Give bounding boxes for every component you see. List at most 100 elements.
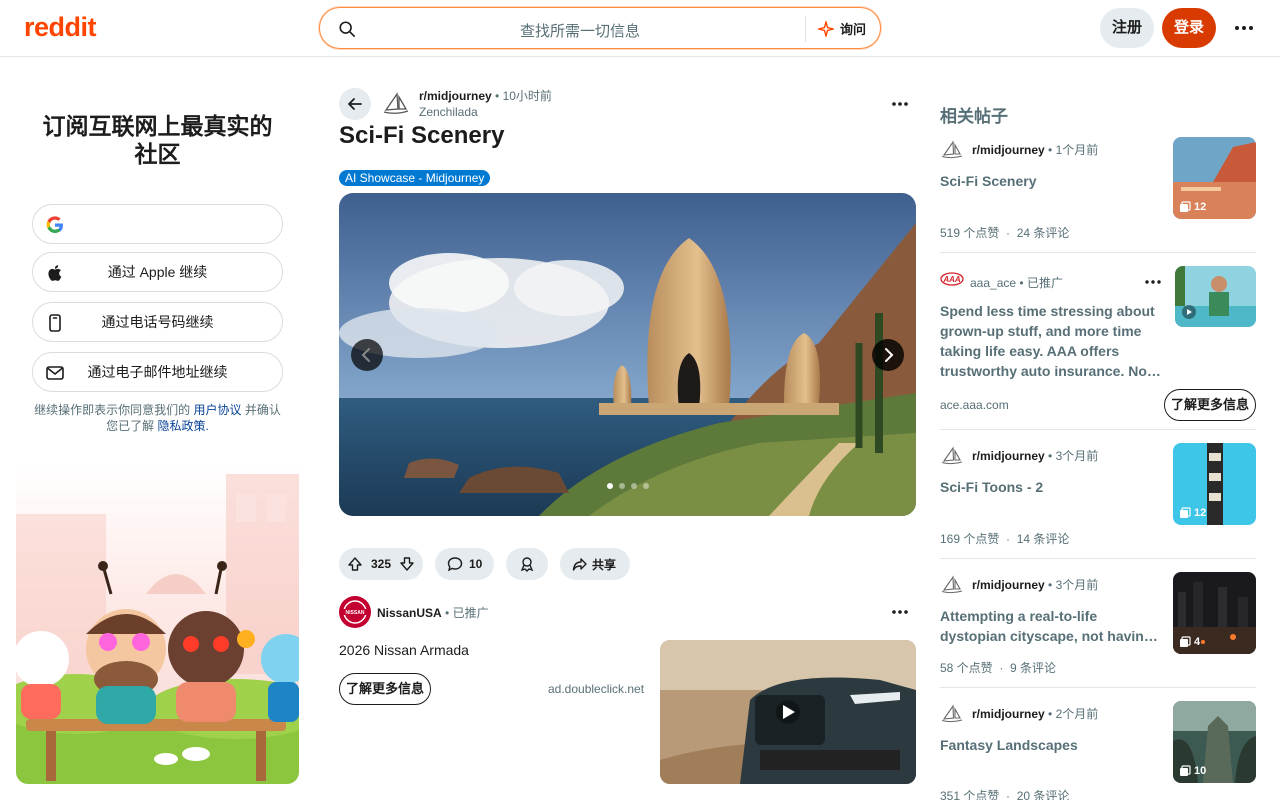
related-subreddit[interactable]: r/midjourney (972, 578, 1045, 592)
related-likes: 58 个点赞 (940, 661, 993, 675)
related-divider (940, 429, 1256, 430)
nissan-logo-text: NISSAN (346, 610, 365, 616)
award-button[interactable] (506, 548, 548, 580)
related-comments: 9 条评论 (1010, 661, 1057, 675)
signup-button[interactable]: 注册 (1100, 8, 1154, 48)
related-likes: 519 个点赞 (940, 226, 1000, 240)
gallery-icon (1180, 765, 1191, 776)
midjourney-icon[interactable] (940, 137, 964, 161)
ad-video[interactable] (660, 640, 916, 784)
related-time: 1个月前 (1055, 143, 1099, 157)
ad-headline[interactable]: 2026 Nissan Armada (339, 642, 469, 658)
gallery-count: 12 (1194, 201, 1207, 213)
related-subreddit[interactable]: r/midjourney (972, 707, 1045, 721)
related-likes: 169 个点赞 (940, 532, 1000, 546)
vote-group: 325 (339, 548, 423, 580)
related-subreddit[interactable]: r/midjourney (972, 449, 1045, 463)
gallery-count: 10 (1194, 765, 1207, 777)
comments-button[interactable]: 10 (435, 548, 494, 580)
midjourney-icon[interactable] (940, 572, 964, 596)
downvote-icon[interactable] (399, 556, 415, 572)
related-meta: aaa_ace • 已推广 (970, 276, 1063, 290)
phone-icon (49, 314, 61, 332)
privacy-policy-link[interactable]: 隐私政策 (158, 419, 206, 433)
google-icon (46, 216, 63, 233)
signup-promo-panel: 订阅互联网上最真实的社区 通过 Apple 继续 通过电话号码继续 通过电子邮件… (16, 72, 299, 784)
gallery-dot[interactable] (607, 483, 613, 489)
related-meta: r/midjourney • 2个月前 (972, 707, 1099, 721)
related-meta: r/midjourney • 3个月前 (972, 578, 1099, 592)
top-bar: reddit 查找所需一切信息 询问 注册 登录 (0, 0, 1280, 57)
related-subreddit[interactable]: r/midjourney (972, 143, 1045, 157)
sparkle-icon (818, 20, 834, 37)
user-agreement-link[interactable]: 用户协议 (193, 403, 241, 417)
related-divider (940, 252, 1256, 253)
related-thumbnail[interactable]: 12 (1173, 137, 1256, 219)
share-button[interactable]: 共享 (560, 548, 630, 580)
related-ad-title[interactable]: Spend less time stressing about grown-up… (940, 301, 1162, 381)
ad-domain[interactable]: ad.doubleclick.net (548, 682, 644, 696)
gallery-dot[interactable] (631, 483, 637, 489)
gallery-dot[interactable] (619, 483, 625, 489)
aaa-logo-icon[interactable]: AAA (940, 266, 964, 290)
ad-more-icon[interactable] (888, 602, 912, 622)
email-signin-button[interactable]: 通过电子邮件地址继续 (32, 352, 283, 392)
phone-signin-label: 通过电话号码继续 (101, 314, 214, 330)
svg-text:AAA: AAA (942, 275, 961, 284)
promo-illustration (16, 474, 299, 784)
gallery-next-button[interactable] (872, 339, 904, 371)
related-post[interactable]: r/midjourney • 1个月前 Sci-Fi Scenery 519 个… (940, 137, 1256, 241)
reddit-logo[interactable]: reddit (24, 12, 97, 43)
advertiser-avatar[interactable]: NISSAN (339, 596, 371, 628)
related-divider (940, 558, 1256, 559)
google-signin-button[interactable] (32, 204, 283, 244)
gallery-prev-button[interactable] (351, 339, 383, 371)
midjourney-icon[interactable] (940, 701, 964, 725)
related-ad[interactable]: AAA aaa_ace • 已推广 Spend less time stress… (940, 266, 1256, 422)
advertiser-name[interactable]: aaa_ace (970, 276, 1016, 290)
related-title[interactable]: Sci-Fi Scenery (940, 171, 1162, 191)
post-more-icon[interactable] (888, 94, 912, 114)
legal-notice: 继续操作即表示你同意我们的 用户协议 并确认您已了解 隐私政策. (32, 402, 283, 434)
ad-more-icon[interactable] (1142, 274, 1164, 290)
midjourney-icon[interactable] (940, 443, 964, 467)
gallery-count: 4 (1194, 636, 1201, 648)
ad-thumbnail[interactable] (1175, 266, 1256, 327)
related-title[interactable]: Sci-Fi Toons - 2 (940, 477, 1162, 497)
post-subreddit[interactable]: r/midjourney (419, 89, 492, 103)
advertiser-name[interactable]: NissanUSA (377, 606, 442, 620)
related-comments: 14 条评论 (1016, 532, 1070, 546)
search-bar[interactable]: 查找所需一切信息 询问 (319, 7, 881, 49)
phone-signin-button[interactable]: 通过电话号码继续 (32, 302, 283, 342)
related-post[interactable]: r/midjourney • 2个月前 Fantasy Landscapes 3… (940, 701, 1256, 800)
ask-label: 询问 (840, 22, 867, 37)
email-signin-label: 通过电子邮件地址继续 (87, 364, 228, 380)
related-thumbnail[interactable]: 4 (1173, 572, 1256, 654)
upvote-icon[interactable] (347, 556, 363, 572)
search-input[interactable]: 查找所需一切信息 (320, 20, 880, 41)
apple-signin-button[interactable]: 通过 Apple 继续 (32, 252, 283, 292)
related-stats: 351 个点赞 · 20 条评论 (940, 787, 1069, 800)
related-time: 2个月前 (1055, 707, 1099, 721)
post-time: 10小时前 (502, 89, 552, 103)
midjourney-icon[interactable] (381, 88, 411, 118)
related-title[interactable]: Fantasy Landscapes (940, 735, 1162, 755)
related-post[interactable]: r/midjourney • 3个月前 Sci-Fi Toons - 2 169… (940, 443, 1256, 547)
back-button[interactable] (339, 88, 371, 120)
gallery-dot[interactable] (643, 483, 649, 489)
ask-button[interactable]: 询问 (818, 19, 866, 38)
post-image-gallery[interactable] (339, 193, 916, 516)
ad-domain[interactable]: ace.aaa.com (940, 398, 1009, 412)
related-thumbnail[interactable]: 12 (1173, 443, 1256, 525)
more-menu-icon[interactable] (1232, 18, 1256, 38)
ad-learn-more-button[interactable]: 了解更多信息 (339, 673, 431, 705)
ad-learn-more-button[interactable]: 了解更多信息 (1164, 389, 1256, 421)
promo-title: 订阅互联网上最真实的社区 (42, 113, 273, 167)
related-title[interactable]: Attempting a real-to-life dystopian city… (940, 606, 1162, 646)
related-time: 3个月前 (1055, 449, 1099, 463)
related-post[interactable]: r/midjourney • 3个月前 Attempting a real-to… (940, 572, 1256, 676)
login-button[interactable]: 登录 (1162, 8, 1216, 48)
post-flair[interactable]: AI Showcase - Midjourney (339, 170, 491, 186)
post-author[interactable]: Zenchilada (419, 104, 552, 120)
related-thumbnail[interactable]: 10 (1173, 701, 1256, 783)
